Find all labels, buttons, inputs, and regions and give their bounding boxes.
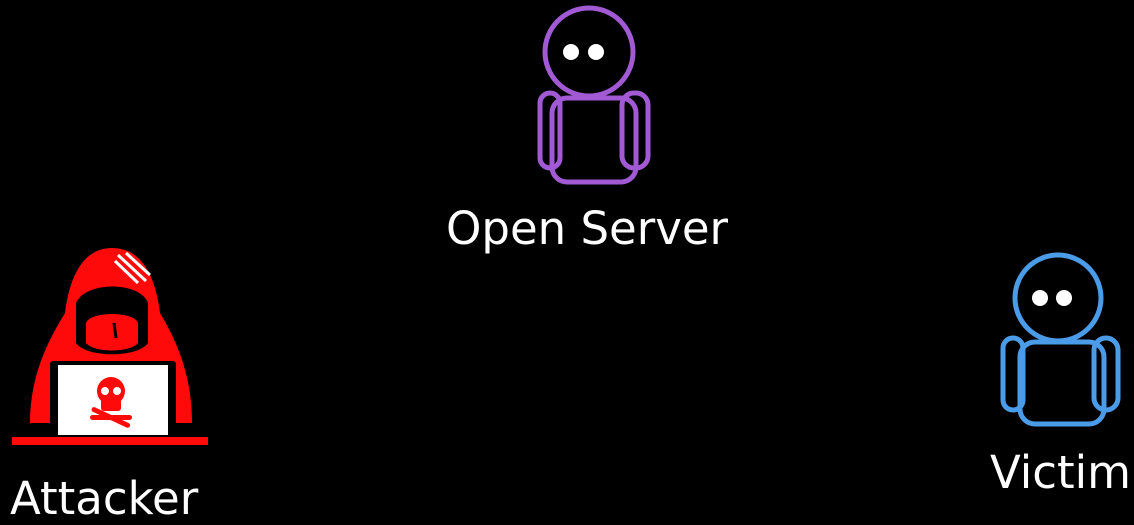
open-server-node xyxy=(530,5,654,185)
attacker-node xyxy=(10,243,210,455)
robot-icon xyxy=(537,5,651,185)
hacker-icon xyxy=(12,248,208,445)
victim-label: Victim xyxy=(990,446,1132,499)
attacker-label: Attacker xyxy=(10,472,199,525)
victim-node xyxy=(1000,252,1124,427)
open-server-label: Open Server xyxy=(446,202,729,255)
robot-icon xyxy=(1000,252,1121,427)
